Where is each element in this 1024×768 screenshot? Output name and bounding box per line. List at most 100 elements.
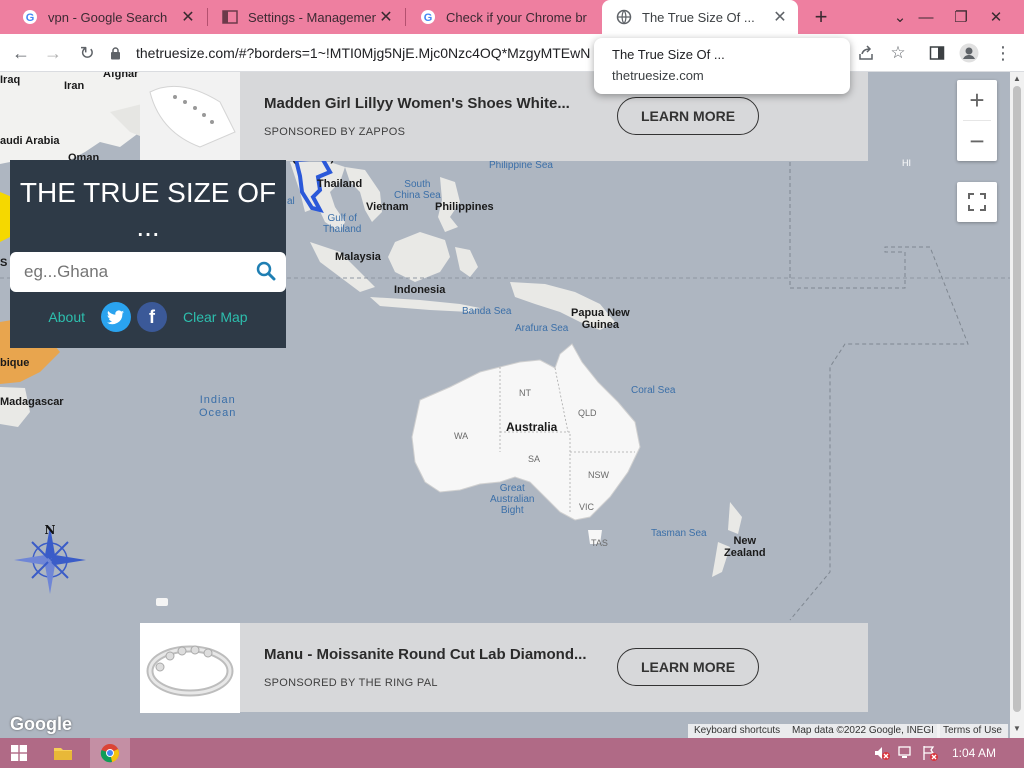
map-label-indonesia: Indonesia: [394, 284, 446, 296]
zoom-out-icon[interactable]: −: [957, 121, 997, 161]
tab-title: Check if your Chrome br: [446, 9, 587, 25]
map-label-saudi-arabia: audi Arabia: [0, 135, 60, 147]
map-label-vietnam: Vietnam: [366, 201, 409, 213]
tab-check-chrome[interactable]: G Check if your Chrome br: [406, 0, 600, 34]
share-icon[interactable]: [853, 40, 879, 66]
scroll-up-arrow-icon[interactable]: ▲: [1013, 74, 1021, 83]
svg-text:G: G: [424, 12, 433, 24]
menu-kebab-icon[interactable]: ⋮: [990, 40, 1016, 66]
windows-taskbar: 1:04 AM: [0, 738, 1024, 768]
compass-icon: N: [12, 520, 90, 598]
country-search-input[interactable]: [10, 262, 240, 282]
tab-vpn-google-search[interactable]: G vpn - Google Search ✕: [8, 0, 206, 34]
map-data-attribution: Map data ©2022 Google, INEGI: [786, 724, 940, 738]
facebook-icon[interactable]: f: [137, 302, 167, 332]
globe-icon: [616, 9, 632, 25]
notification-flag-icon[interactable]: [920, 738, 940, 768]
map-label-arafura-sea: Arafura Sea: [515, 323, 569, 334]
map-label-gulf-of-thailand: Gulf of Thailand: [323, 213, 362, 235]
tab-close-icon[interactable]: ✕: [770, 7, 790, 27]
keyboard-shortcuts-link[interactable]: Keyboard shortcuts: [688, 724, 787, 738]
tab-title: Settings - Management: [248, 9, 376, 25]
map-label-iran: Iran: [64, 80, 85, 92]
tab-settings-management[interactable]: Settings - Management ✕: [208, 0, 404, 34]
reload-icon[interactable]: ↻: [74, 40, 100, 66]
about-link[interactable]: About: [48, 309, 85, 325]
map-label-iraq: Iraq: [0, 74, 21, 86]
map-canvas[interactable]: Iraq Iran Afghar audi Arabia Oman (Burma…: [0, 72, 1010, 738]
windows-start-icon[interactable]: [6, 738, 32, 768]
file-explorer-icon[interactable]: [50, 738, 76, 768]
svg-text:G: G: [26, 12, 35, 24]
map-label-nt: NT: [519, 388, 531, 398]
zoom-in-icon[interactable]: +: [957, 80, 997, 120]
map-label-al: al: [287, 196, 295, 207]
address-bar[interactable]: thetruesize.com/#?borders=1~!MTI0Mjg5NjE…: [108, 39, 592, 67]
map-label-philippines: Philippines: [435, 201, 494, 213]
clear-map-link[interactable]: Clear Map: [183, 309, 248, 325]
volume-muted-icon[interactable]: [872, 738, 892, 768]
settings-page-icon: [222, 9, 238, 25]
page-scrollbar[interactable]: ▲ ▼: [1010, 72, 1024, 738]
chrome-taskbar-icon[interactable]: [90, 738, 130, 768]
terms-of-use-link[interactable]: Terms of Use: [937, 724, 1008, 738]
map-label-malaysia: Malaysia: [335, 251, 381, 263]
map-label-papua-new-guinea: Papua New Guinea: [571, 307, 630, 331]
minimize-icon[interactable]: —: [910, 0, 942, 34]
learn-more-button[interactable]: LEARN MORE: [617, 97, 759, 135]
search-icon[interactable]: [256, 261, 276, 286]
map-label-mozambique: bique: [0, 357, 30, 369]
map-label-qld: QLD: [578, 408, 597, 418]
map-label-wa: WA: [454, 431, 469, 441]
network-icon[interactable]: [896, 738, 916, 768]
restore-icon[interactable]: ❐: [945, 0, 977, 34]
bookmark-star-icon[interactable]: ☆: [885, 40, 911, 66]
panel-title: THE TRUE SIZE OF ...: [19, 177, 277, 242]
map-label-nsw: NSW: [588, 470, 609, 480]
ad-title[interactable]: Madden Girl Lillyy Women's Shoes White..…: [264, 95, 600, 112]
map-label-great-australian-bight: Great Australian Bight: [490, 483, 535, 516]
ring-ad-image: [140, 622, 240, 713]
map-label-banda-sea: Banda Sea: [462, 306, 512, 317]
svg-text:N: N: [45, 523, 56, 537]
tab-hover-card: The True Size Of ... thetruesize.com: [594, 38, 850, 94]
learn-more-button[interactable]: LEARN MORE: [617, 648, 759, 686]
map-label-hi: HI: [902, 158, 911, 168]
shoe-ad-image: [140, 72, 240, 162]
map-label-south-china-sea: South China Sea: [394, 179, 441, 201]
tab-close-icon[interactable]: ✕: [376, 7, 396, 27]
zoom-control: + −: [957, 80, 997, 161]
taskbar-clock[interactable]: 1:04 AM: [952, 738, 996, 768]
url-text: thetruesize.com/#?borders=1~!MTI0Mjg5NjE…: [136, 45, 591, 61]
profile-avatar-icon[interactable]: [956, 40, 982, 66]
map-label-thailand: Thailand: [317, 178, 363, 190]
country-search-box[interactable]: [10, 252, 286, 292]
lock-icon: [108, 46, 122, 60]
tab-hover-domain: thetruesize.com: [612, 68, 704, 83]
tab-hover-title: The True Size Of ...: [612, 47, 725, 62]
map-label-tasman-sea: Tasman Sea: [651, 528, 707, 539]
map-label-tas: TAS: [591, 538, 608, 548]
browser-toolbar: ← → ↻ thetruesize.com/#?borders=1~!MTI0M…: [0, 34, 1024, 72]
scroll-down-arrow-icon[interactable]: ▼: [1013, 724, 1021, 733]
map-label-coral-sea: Coral Sea: [631, 385, 676, 396]
scrollbar-thumb[interactable]: [1013, 86, 1021, 712]
side-panel-icon[interactable]: [924, 40, 950, 66]
map-label-vic: VIC: [579, 502, 595, 512]
back-arrow-icon[interactable]: ←: [8, 40, 34, 66]
close-window-icon[interactable]: ✕: [980, 0, 1012, 34]
tab-strip: G vpn - Google Search ✕ Settings - Manag…: [0, 0, 1024, 34]
map-label-new-zealand: New Zealand: [724, 535, 766, 559]
ad-banner-bottom[interactable]: Manu - Moissanite Round Cut Lab Diamond.…: [140, 622, 868, 713]
map-label-afghanistan: Afghar: [103, 72, 139, 80]
tab-close-icon[interactable]: ✕: [178, 7, 198, 27]
new-tab-icon[interactable]: +: [808, 4, 834, 30]
map-label-australia: Australia: [506, 420, 558, 434]
fullscreen-icon[interactable]: [957, 182, 997, 222]
twitter-icon[interactable]: [101, 302, 131, 332]
map-label-sa: SA: [528, 454, 541, 464]
ad-title[interactable]: Manu - Moissanite Round Cut Lab Diamond.…: [264, 646, 600, 663]
tab-the-true-size[interactable]: The True Size Of ... ✕: [602, 0, 798, 34]
boat-icon: [156, 598, 168, 606]
forward-arrow-icon[interactable]: →: [40, 40, 66, 66]
